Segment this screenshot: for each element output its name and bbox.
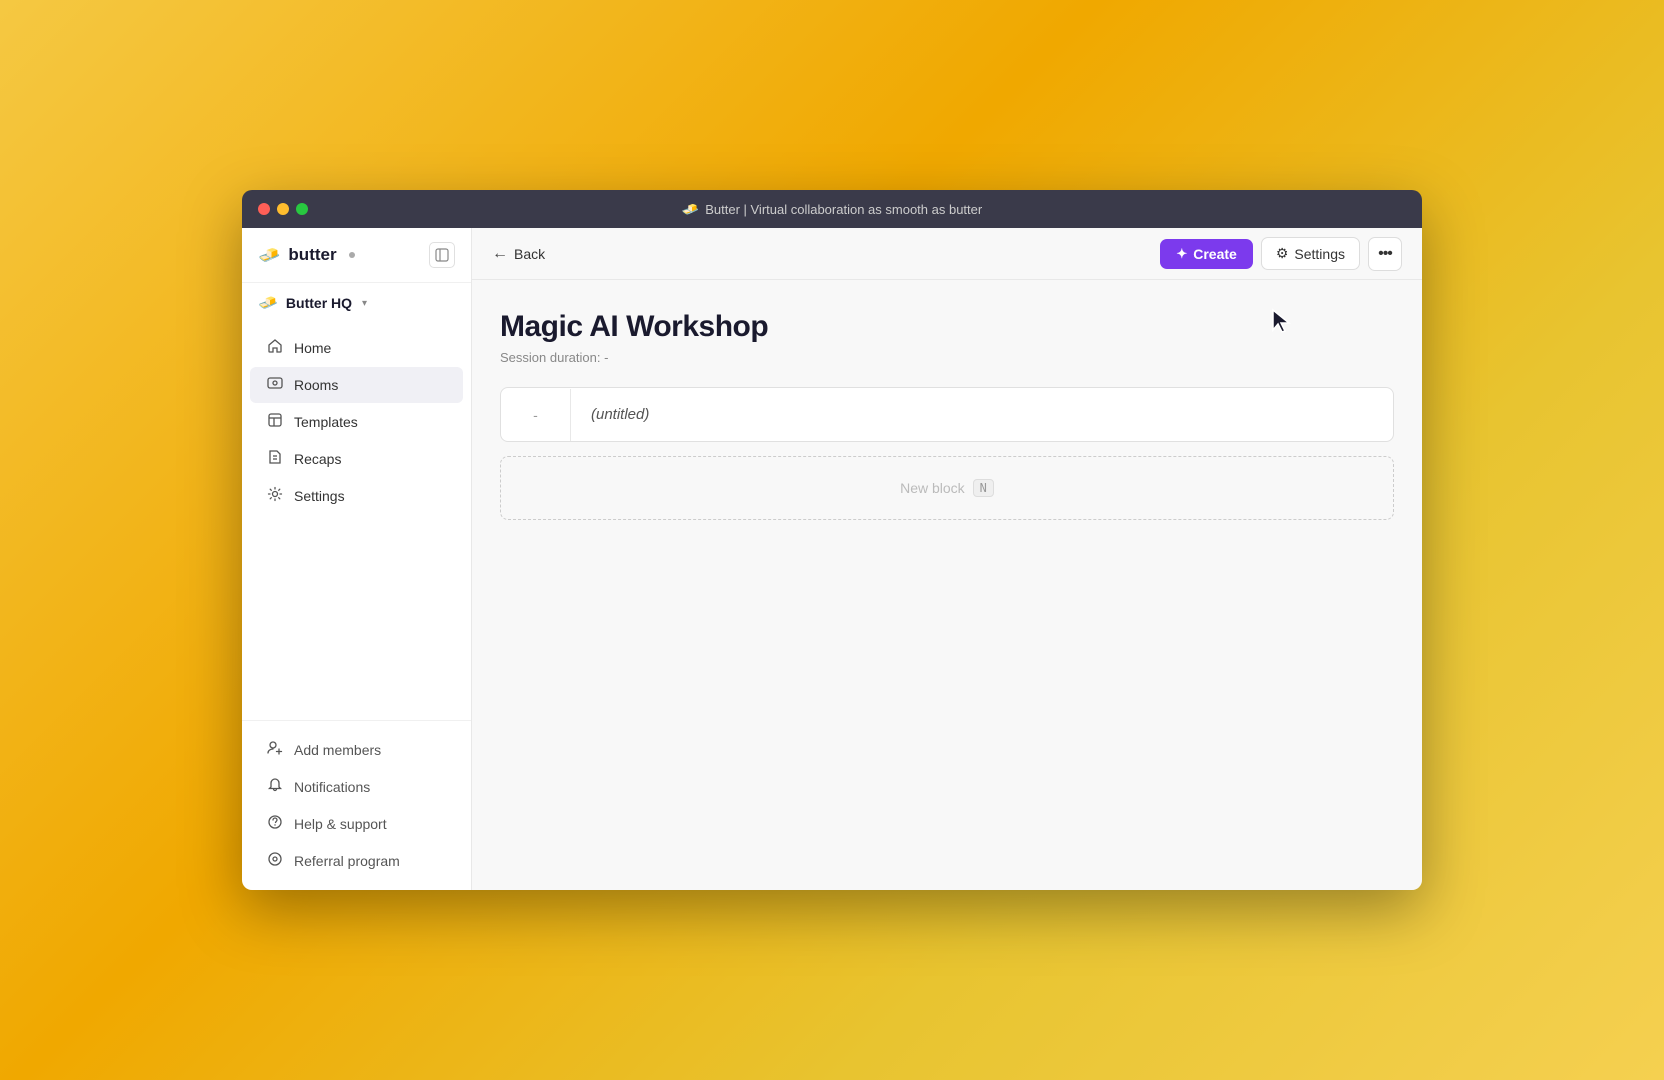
new-block-shortcut: N [973, 479, 994, 497]
sidebar-item-notifications[interactable]: Notifications [250, 769, 463, 805]
create-label: Create [1193, 246, 1237, 262]
templates-icon [266, 412, 284, 432]
sidebar: 🧈 butter 🧈 Butter HQ ▾ [242, 228, 472, 890]
rooms-icon [266, 375, 284, 395]
referral-icon [266, 851, 284, 871]
sidebar-item-home[interactable]: Home [250, 330, 463, 366]
duration-value: - [604, 350, 608, 365]
collapse-button[interactable] [429, 242, 455, 268]
workspace-selector[interactable]: 🧈 Butter HQ ▾ [242, 283, 471, 323]
help-icon [266, 814, 284, 834]
sidebar-item-settings[interactable]: Settings [250, 478, 463, 514]
app-body: 🧈 butter 🧈 Butter HQ ▾ [242, 228, 1422, 890]
more-dots-icon: ••• [1378, 245, 1392, 263]
sidebar-settings-label: Settings [294, 488, 345, 504]
content-area: Magic AI Workshop Session duration: - - … [472, 280, 1422, 890]
logo-icon: 🧈 [258, 245, 280, 266]
more-options-button[interactable]: ••• [1368, 237, 1402, 271]
agenda-row[interactable]: - (untitled) [501, 388, 1393, 441]
back-button[interactable]: ← Back [492, 245, 545, 263]
notifications-label: Notifications [294, 779, 370, 795]
sidebar-header: 🧈 butter [242, 228, 471, 283]
sidebar-item-rooms[interactable]: Rooms [250, 367, 463, 403]
create-button[interactable]: ✦ Create [1160, 239, 1253, 269]
window-title: 🧈 Butter | Virtual collaboration as smoo… [682, 201, 982, 218]
recaps-icon [266, 449, 284, 469]
sidebar-item-referral[interactable]: Referral program [250, 843, 463, 879]
agenda-block: - (untitled) [500, 387, 1394, 442]
close-button[interactable] [258, 203, 270, 215]
agenda-item-title[interactable]: (untitled) [571, 388, 669, 441]
settings-button[interactable]: ⚙ Settings [1261, 237, 1360, 270]
settings-nav-icon [266, 486, 284, 506]
workspace-icon: 🧈 [258, 293, 278, 313]
referral-label: Referral program [294, 853, 400, 869]
main-content: ← Back ✦ Create ⚙ Settings ••• [472, 228, 1422, 890]
agenda-duration: - [501, 389, 571, 441]
chevron-down-icon: ▾ [362, 298, 367, 309]
top-bar: ← Back ✦ Create ⚙ Settings ••• [472, 228, 1422, 280]
maximize-button[interactable] [296, 203, 308, 215]
new-block-label: New block [900, 480, 965, 496]
create-icon: ✦ [1176, 246, 1187, 262]
sidebar-item-help[interactable]: Help & support [250, 806, 463, 842]
title-bar: 🧈 Butter | Virtual collaboration as smoo… [242, 190, 1422, 228]
back-label: Back [514, 246, 545, 262]
sidebar-bottom: Add members Notifications [242, 720, 471, 890]
sidebar-item-templates[interactable]: Templates [250, 404, 463, 440]
favicon-icon: 🧈 [682, 201, 699, 218]
add-members-label: Add members [294, 742, 381, 758]
nav-items: Home Rooms [242, 323, 471, 720]
top-actions: ✦ Create ⚙ Settings ••• [1160, 237, 1402, 271]
minimize-button[interactable] [277, 203, 289, 215]
settings-label: Settings [1294, 246, 1345, 262]
logo-area: 🧈 butter [258, 245, 355, 266]
add-members-icon [266, 740, 284, 760]
home-icon [266, 338, 284, 358]
sidebar-rooms-label: Rooms [294, 377, 338, 393]
new-block-button[interactable]: New block N [500, 456, 1394, 520]
logo-status-dot [349, 252, 355, 258]
sidebar-recaps-label: Recaps [294, 451, 341, 467]
help-label: Help & support [294, 816, 387, 832]
logo-text: butter [288, 245, 336, 265]
duration-label: Session duration: [500, 350, 600, 365]
back-arrow-icon: ← [492, 245, 508, 263]
traffic-lights [258, 203, 308, 215]
session-title: Magic AI Workshop [500, 310, 1394, 344]
sidebar-item-recaps[interactable]: Recaps [250, 441, 463, 477]
sidebar-templates-label: Templates [294, 414, 358, 430]
notifications-icon [266, 777, 284, 797]
settings-gear-icon: ⚙ [1276, 245, 1289, 262]
sidebar-item-add-members[interactable]: Add members [250, 732, 463, 768]
workspace-name: Butter HQ [286, 295, 352, 311]
session-duration: Session duration: - [500, 350, 1394, 365]
sidebar-home-label: Home [294, 340, 331, 356]
